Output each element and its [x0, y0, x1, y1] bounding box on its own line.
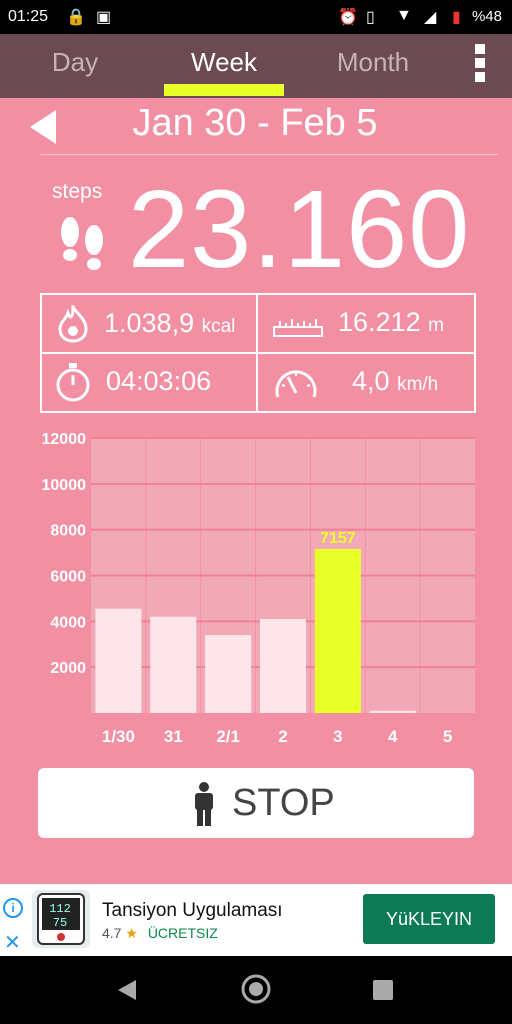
- distance-stat: 16.212 m: [338, 307, 444, 338]
- stats-grid: 1.038,9 kcal 16.212 m 04:03:06 4,0 km/h: [40, 293, 476, 413]
- speed-unit: km/h: [397, 374, 439, 395]
- date-range-title: Jan 30 - Feb 5: [132, 102, 378, 144]
- lock-icon: 🔒: [66, 9, 86, 26]
- x-tick-label: 2/1: [216, 727, 240, 746]
- ad-close-icon[interactable]: ✕: [4, 930, 21, 955]
- ad-info-icon[interactable]: i: [3, 898, 23, 918]
- overflow-menu-icon[interactable]: [470, 44, 490, 84]
- x-tick-label: 31: [164, 727, 183, 746]
- bar-1-30[interactable]: [95, 608, 142, 713]
- stop-button[interactable]: STOP: [38, 768, 474, 838]
- bar-31[interactable]: [150, 616, 197, 713]
- tab-month[interactable]: Month: [298, 34, 448, 98]
- speedometer-icon: [275, 370, 317, 398]
- previous-week-icon[interactable]: [30, 110, 56, 144]
- battery-level: %48: [471, 8, 502, 25]
- vibrate-icon: ▯: [366, 9, 375, 26]
- duration-value: 04:03:06: [106, 366, 212, 396]
- ad-app-icon[interactable]: 112 75: [32, 890, 90, 948]
- x-tick-label: 5: [443, 727, 452, 746]
- alarm-icon: ⏰: [338, 9, 358, 26]
- step-app-notification-icon: ▣: [96, 9, 112, 26]
- calories-unit: kcal: [201, 316, 236, 337]
- distance-unit: m: [428, 315, 444, 336]
- ad-install-button[interactable]: YüKLEYIN: [363, 894, 495, 944]
- speed-value: 4,0: [352, 366, 390, 396]
- steps-count: 23.160: [128, 168, 471, 291]
- y-tick-label: 10000: [42, 477, 87, 494]
- system-nav-bar: [0, 956, 512, 1024]
- y-tick-label: 8000: [50, 523, 86, 540]
- recents-icon[interactable]: [372, 979, 394, 1001]
- x-tick-label: 2: [278, 727, 287, 746]
- ad-price: ÜCRETSIZ: [147, 925, 218, 941]
- status-bar: 01:25 🔒 ▣ ⏰ ▯ ▼ ◢ ▮ %48: [0, 0, 512, 34]
- ruler-icon: [273, 319, 323, 337]
- y-tick-label: 6000: [50, 569, 86, 586]
- ad-rating: 4.7 ★ ÜCRETSIZ: [102, 925, 218, 942]
- divider: [40, 154, 498, 155]
- ad-banner[interactable]: i ✕ 112 75 Tansiyon Uygulaması 4.7 ★ ÜCR…: [0, 884, 512, 956]
- home-icon[interactable]: [240, 973, 272, 1005]
- y-tick-label: 4000: [50, 614, 86, 631]
- bar-2-1[interactable]: [205, 635, 252, 713]
- y-tick-label: 12000: [42, 431, 87, 448]
- stats-divider: [42, 352, 474, 354]
- ad-thumb-bottom: 75: [53, 916, 67, 930]
- wifi-icon: ▼: [396, 7, 412, 24]
- steps-label: steps: [52, 180, 103, 203]
- distance-value: 16.212: [338, 307, 421, 337]
- bar-4[interactable]: [369, 710, 416, 713]
- signal-icon: ◢: [424, 9, 437, 26]
- weekly-steps-chart: 2000 4000 6000 8000 10000 12000 1/30 31 2/1 2 3 4 5…: [42, 431, 475, 746]
- ad-title: Tansiyon Uygulaması: [102, 900, 283, 921]
- star-icon: ★: [125, 925, 138, 941]
- footprints-icon: [61, 217, 103, 270]
- duration-stat: 04:03:06: [106, 366, 211, 397]
- calories-stat: 1.038,9 kcal: [104, 308, 235, 339]
- ad-thumb-top: 112: [49, 902, 71, 916]
- calories-value: 1.038,9: [104, 308, 195, 338]
- x-tick-label: 3: [333, 727, 342, 746]
- person-icon: [195, 782, 213, 826]
- y-tick-label: 2000: [50, 660, 86, 677]
- back-icon[interactable]: [116, 978, 138, 1002]
- battery-icon: ▮: [452, 9, 461, 26]
- flame-icon: [58, 305, 88, 343]
- ad-rating-value: 4.7: [102, 925, 122, 941]
- active-tab-indicator: [164, 84, 284, 96]
- speed-stat: 4,0 km/h: [352, 366, 438, 397]
- stop-button-label: STOP: [232, 782, 335, 824]
- bar-3[interactable]: [314, 548, 361, 713]
- bar-2[interactable]: [260, 619, 306, 713]
- status-time: 01:25: [8, 8, 49, 25]
- tab-day[interactable]: Day: [0, 34, 150, 98]
- x-tick-label: 4: [388, 727, 398, 746]
- x-tick-label: 1/30: [102, 727, 135, 746]
- stopwatch-icon: [56, 363, 90, 402]
- bar-value-label: 7157: [320, 530, 356, 547]
